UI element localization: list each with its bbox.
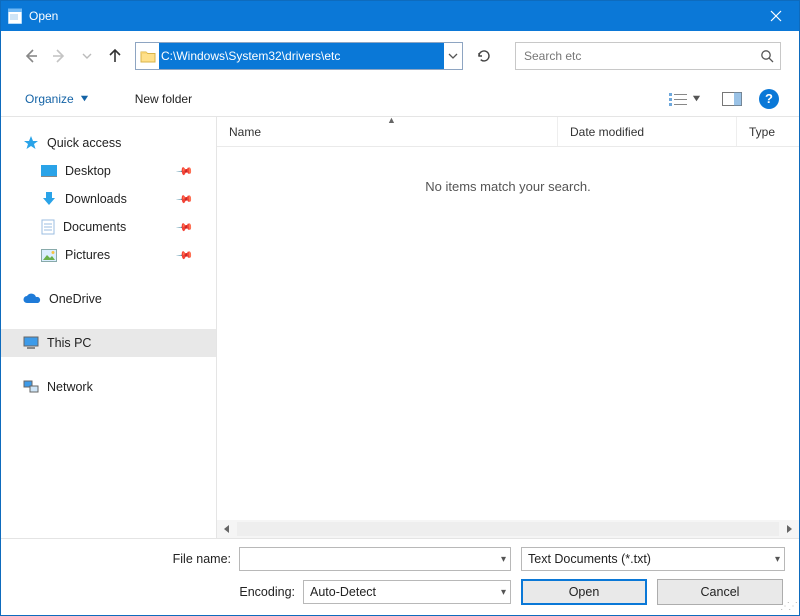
address-dropdown[interactable] — [444, 43, 462, 69]
toolbar: Organize New folder ? — [1, 81, 799, 117]
pin-icon: 📌 — [176, 190, 195, 209]
downloads-icon — [41, 191, 57, 207]
scroll-track[interactable] — [237, 522, 779, 536]
pin-icon: 📌 — [176, 162, 195, 181]
chevron-down-icon — [692, 94, 701, 103]
notepad-icon — [7, 8, 23, 24]
search-icon — [760, 49, 774, 63]
onedrive-icon — [23, 293, 41, 305]
network-icon — [23, 380, 39, 394]
sidebar-label: Network — [47, 380, 93, 394]
sidebar: Quick access Desktop 📌 Downloads 📌 Docum… — [1, 117, 216, 538]
back-button[interactable] — [19, 44, 43, 68]
sidebar-item-this-pc[interactable]: This PC — [1, 329, 216, 357]
scroll-left-button[interactable] — [219, 521, 235, 537]
window-title: Open — [29, 9, 753, 23]
file-type-filter[interactable]: Text Documents (*.txt) ▾ — [521, 547, 785, 571]
sidebar-label: Desktop — [65, 164, 111, 178]
scroll-right-button[interactable] — [781, 521, 797, 537]
sidebar-label: This PC — [47, 336, 91, 350]
filename-input[interactable]: ▾ — [239, 547, 511, 571]
new-folder-button[interactable]: New folder — [131, 88, 196, 110]
column-headers: ▲ Name Date modified Type — [217, 117, 799, 147]
encoding-select[interactable]: Auto-Detect ▾ — [303, 580, 511, 604]
search-input[interactable] — [522, 48, 760, 64]
chevron-down-icon — [80, 94, 89, 103]
help-button[interactable]: ? — [759, 89, 779, 109]
quick-access-icon — [23, 135, 39, 151]
filename-label: File name: — [13, 552, 239, 566]
sidebar-label: Downloads — [65, 192, 127, 206]
open-dialog: Open C:\Windows\System32\drivers\etc — [0, 0, 800, 616]
cancel-button[interactable]: Cancel — [657, 579, 783, 605]
organize-menu[interactable]: Organize — [21, 88, 93, 110]
encoding-label: Encoding: — [13, 585, 303, 599]
sidebar-label: Pictures — [65, 248, 110, 262]
view-icon — [669, 92, 687, 106]
organize-label: Organize — [25, 92, 74, 106]
pictures-icon — [41, 249, 57, 262]
sidebar-item-pictures[interactable]: Pictures 📌 — [1, 241, 216, 269]
folder-icon — [138, 49, 158, 63]
file-list[interactable]: No items match your search. — [217, 147, 799, 520]
refresh-button[interactable] — [471, 42, 497, 70]
dialog-body: Quick access Desktop 📌 Downloads 📌 Docum… — [1, 117, 799, 538]
pin-icon: 📌 — [176, 246, 195, 265]
sidebar-label: Documents — [63, 220, 126, 234]
pin-icon: 📌 — [176, 218, 195, 237]
address-bar[interactable]: C:\Windows\System32\drivers\etc — [135, 42, 463, 70]
horizontal-scrollbar[interactable] — [217, 520, 799, 538]
file-list-area: ▲ Name Date modified Type No items match… — [216, 117, 799, 538]
sidebar-item-network[interactable]: Network — [1, 373, 216, 401]
encoding-value: Auto-Detect — [310, 585, 501, 599]
sidebar-label: OneDrive — [49, 292, 102, 306]
chevron-down-icon: ▾ — [501, 554, 506, 565]
recent-dropdown[interactable] — [75, 44, 99, 68]
preview-pane-button[interactable] — [719, 89, 745, 109]
chevron-down-icon: ▾ — [775, 554, 780, 565]
chevron-down-icon: ▾ — [501, 587, 506, 598]
sidebar-item-downloads[interactable]: Downloads 📌 — [1, 185, 216, 213]
bottom-panel: File name: ▾ Text Documents (*.txt) ▾ En… — [1, 538, 799, 615]
sidebar-label: Quick access — [47, 136, 121, 150]
documents-icon — [41, 219, 55, 235]
sidebar-item-documents[interactable]: Documents 📌 — [1, 213, 216, 241]
close-button[interactable] — [753, 1, 799, 31]
this-pc-icon — [23, 336, 39, 350]
sort-indicator-icon: ▲ — [387, 115, 396, 125]
sidebar-item-onedrive[interactable]: OneDrive — [1, 285, 216, 313]
filter-value: Text Documents (*.txt) — [528, 552, 775, 566]
column-date-modified[interactable]: Date modified — [557, 117, 737, 146]
view-options-button[interactable] — [665, 88, 705, 110]
search-box[interactable] — [515, 42, 781, 70]
column-type[interactable]: Type — [737, 117, 799, 146]
sidebar-item-quick-access[interactable]: Quick access — [1, 129, 216, 157]
titlebar: Open — [1, 1, 799, 31]
preview-pane-icon — [722, 92, 742, 106]
empty-message: No items match your search. — [425, 179, 590, 194]
desktop-icon — [41, 165, 57, 177]
forward-button[interactable] — [47, 44, 71, 68]
open-button[interactable]: Open — [521, 579, 647, 605]
navbar: C:\Windows\System32\drivers\etc — [1, 31, 799, 81]
sidebar-item-desktop[interactable]: Desktop 📌 — [1, 157, 216, 185]
address-path[interactable]: C:\Windows\System32\drivers\etc — [159, 43, 444, 69]
up-button[interactable] — [103, 44, 127, 68]
